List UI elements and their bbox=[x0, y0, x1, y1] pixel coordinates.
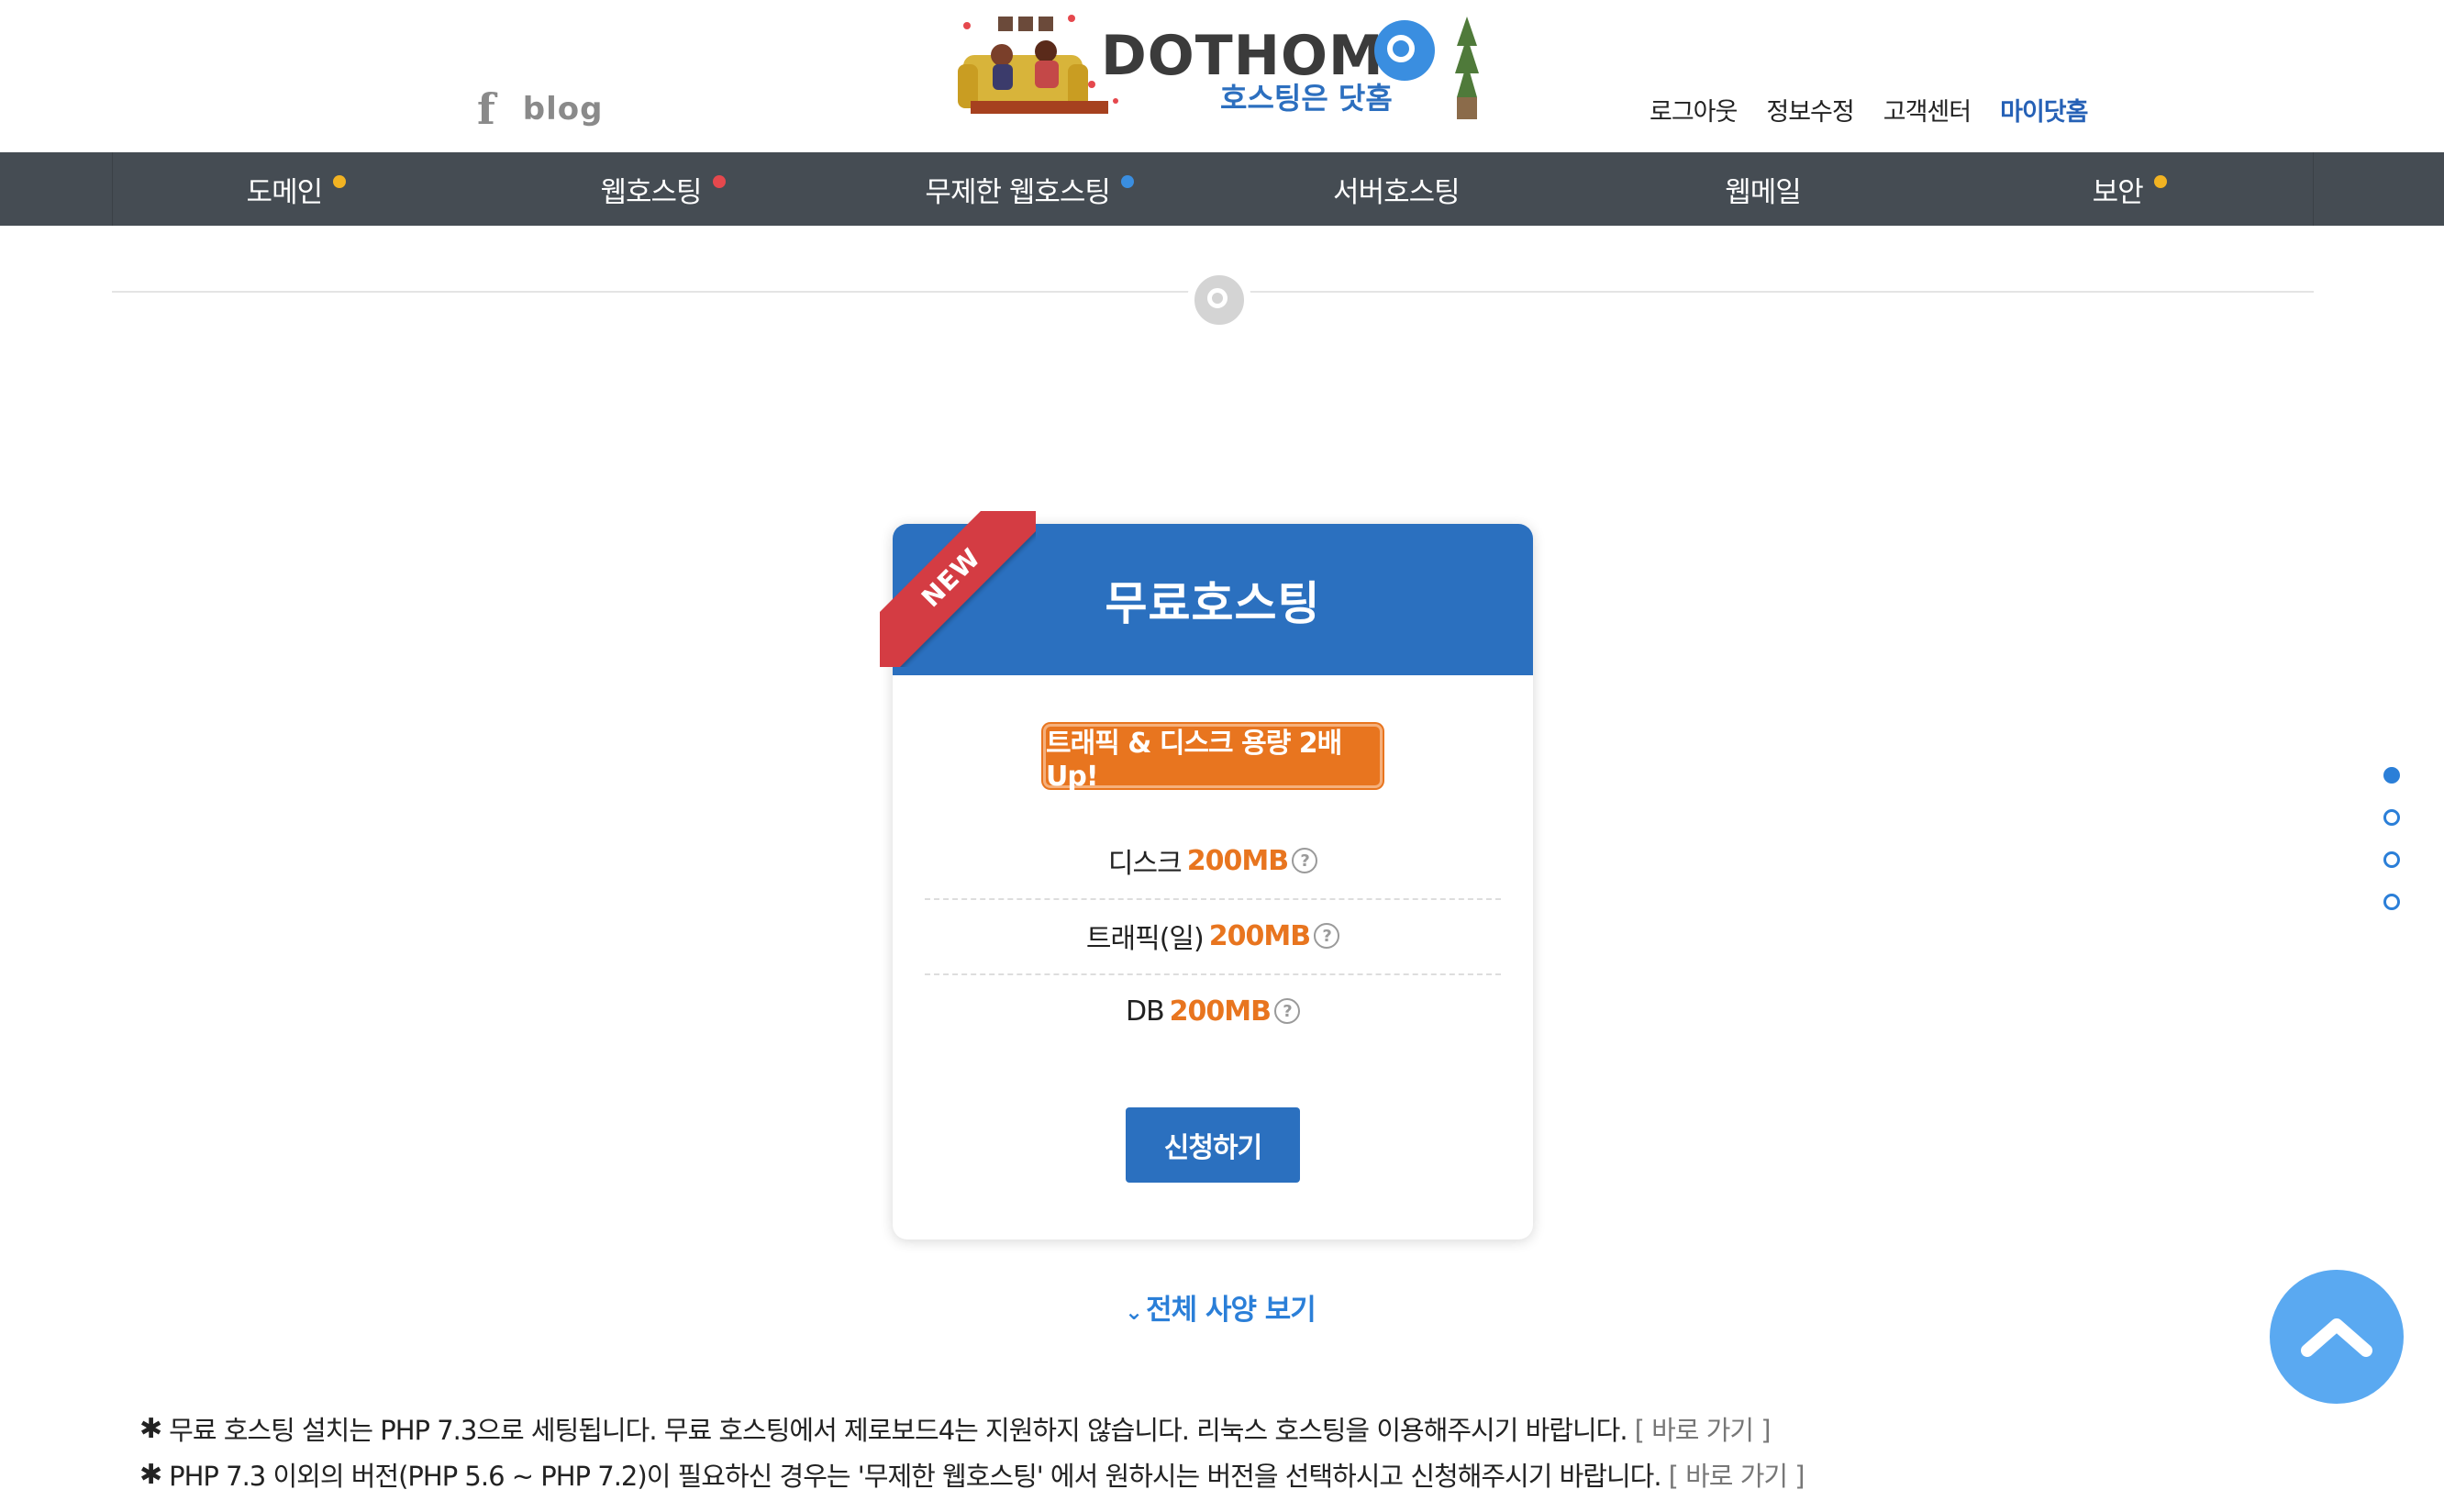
spec-label: 트래픽(일) bbox=[1085, 923, 1205, 955]
dothome-d-icon bbox=[1187, 268, 1251, 332]
dothome-logo[interactable]: DOTHOME 호스팅은 닷홈 bbox=[954, 9, 1486, 124]
nav-item-label: 무제한 웹호스팅 bbox=[925, 175, 1110, 209]
notice-item: ✱ PHP 7.3 이외의 버전(PHP 5.6 ~ PHP 7.2)이 필요하… bbox=[139, 1451, 1805, 1497]
new-ribbon-label: NEW bbox=[880, 511, 1036, 667]
nav-dot-indicator bbox=[2153, 175, 2167, 188]
main-nav-inner: 도메인 웹호스팅 무제한 웹호스팅 서버호스팅 웹메일 보안 bbox=[112, 152, 2314, 226]
card-title: 무료호스팅 bbox=[1105, 576, 1321, 630]
nav-item-label: 웹호스팅 bbox=[600, 175, 702, 209]
new-ribbon: NEW bbox=[880, 511, 1036, 667]
account-links: 로그아웃 정보수정 고객센터 마이닷홈 bbox=[1650, 92, 2089, 128]
back-to-top-button[interactable] bbox=[2270, 1270, 2404, 1404]
notice-text: PHP 7.3 이외의 버전(PHP 5.6 ~ PHP 7.2)이 필요하신 … bbox=[169, 1461, 1661, 1492]
double-chevron-down-icon: ⌄ bbox=[1125, 1299, 1143, 1325]
section-pager bbox=[2383, 767, 2400, 910]
nav-item-label: 서버호스팅 bbox=[1333, 175, 1461, 209]
nav-dot-indicator bbox=[333, 175, 347, 188]
social-links: f blog bbox=[477, 88, 604, 130]
free-hosting-card: 무료호스팅 NEW 트래픽 & 디스크 용량 2배 Up! 디스크 200MB … bbox=[880, 511, 1533, 1240]
spec-value: 200MB bbox=[1169, 995, 1272, 1028]
apply-button[interactable]: 신청하기 bbox=[1126, 1107, 1300, 1183]
spec-label: DB bbox=[1125, 995, 1165, 1028]
full-spec-link[interactable]: ⌄ 전체 사양 보기 bbox=[1125, 1286, 1316, 1328]
chevron-up-icon bbox=[2301, 1318, 2372, 1357]
full-spec-label: 전체 사양 보기 bbox=[1146, 1294, 1316, 1327]
spec-label: 디스크 bbox=[1107, 848, 1183, 880]
notice-item: ✱ 무료 호스팅 설치는 PHP 7.3으로 세팅됩니다. 무료 호스팅에서 제… bbox=[139, 1406, 1805, 1451]
question-circle-icon[interactable]: ? bbox=[1314, 923, 1340, 949]
spec-value: 200MB bbox=[1186, 844, 1289, 877]
go-link[interactable]: [ 바로 가기 ] bbox=[1669, 1455, 1805, 1494]
nav-item-security[interactable]: 보안 bbox=[1946, 152, 2313, 226]
site-header: f blog DOTHOME 호스팅은 닷홈 로그아웃 정보수정 고객센터 마이… bbox=[0, 0, 2444, 152]
main-nav: 도메인 웹호스팅 무제한 웹호스팅 서버호스팅 웹메일 보안 bbox=[0, 152, 2444, 226]
asterisk-icon: ✱ bbox=[139, 1458, 162, 1491]
nav-item-server-hosting[interactable]: 서버호스팅 bbox=[1213, 152, 1580, 226]
notice-list: ✱ 무료 호스팅 설치는 PHP 7.3으로 세팅됩니다. 무료 호스팅에서 제… bbox=[139, 1406, 1805, 1497]
my-dothome-link[interactable]: 마이닷홈 bbox=[2000, 92, 2088, 128]
spec-value: 200MB bbox=[1208, 919, 1311, 952]
logo-tagline: 호스팅은 닷홈 bbox=[1220, 81, 1393, 116]
logo-d-icon bbox=[1374, 20, 1435, 81]
nav-item-label: 보안 bbox=[2092, 175, 2144, 209]
spec-row-db: DB 200MB ? bbox=[925, 973, 1501, 1049]
question-circle-icon[interactable]: ? bbox=[1292, 848, 1318, 873]
logout-link[interactable]: 로그아웃 bbox=[1650, 92, 1738, 128]
nav-item-label: 도메인 bbox=[246, 175, 324, 209]
nav-item-label: 웹메일 bbox=[1725, 175, 1802, 209]
blog-link[interactable]: blog bbox=[523, 91, 604, 128]
nav-dot-indicator bbox=[1120, 175, 1134, 188]
nav-item-webmail[interactable]: 웹메일 bbox=[1580, 152, 1947, 226]
nav-item-domain[interactable]: 도메인 bbox=[113, 152, 480, 226]
pager-dot[interactable] bbox=[2383, 851, 2400, 868]
go-link[interactable]: [ 바로 가기 ] bbox=[1635, 1409, 1772, 1448]
notice-text: 무료 호스팅 설치는 PHP 7.3으로 세팅됩니다. 무료 호스팅에서 제로보… bbox=[169, 1415, 1627, 1446]
pager-dot[interactable] bbox=[2383, 767, 2400, 784]
promo-badge: 트래픽 & 디스크 용량 2배 Up! bbox=[1043, 724, 1383, 793]
pager-dot[interactable] bbox=[2383, 894, 2400, 910]
nav-item-unlimited-hosting[interactable]: 무제한 웹호스팅 bbox=[846, 152, 1213, 226]
pager-dot[interactable] bbox=[2383, 809, 2400, 826]
customer-center-link[interactable]: 고객센터 bbox=[1883, 92, 1972, 128]
spec-row-disk: 디스크 200MB ? bbox=[925, 823, 1501, 900]
question-circle-icon[interactable]: ? bbox=[1274, 998, 1301, 1024]
nav-item-web-hosting[interactable]: 웹호스팅 bbox=[480, 152, 847, 226]
facebook-icon[interactable]: f bbox=[477, 88, 495, 130]
nav-dot-indicator bbox=[712, 175, 726, 188]
asterisk-icon: ✱ bbox=[139, 1412, 162, 1445]
edit-info-link[interactable]: 정보수정 bbox=[1766, 92, 1854, 128]
spec-row-traffic: 트래픽(일) 200MB ? bbox=[925, 898, 1501, 975]
